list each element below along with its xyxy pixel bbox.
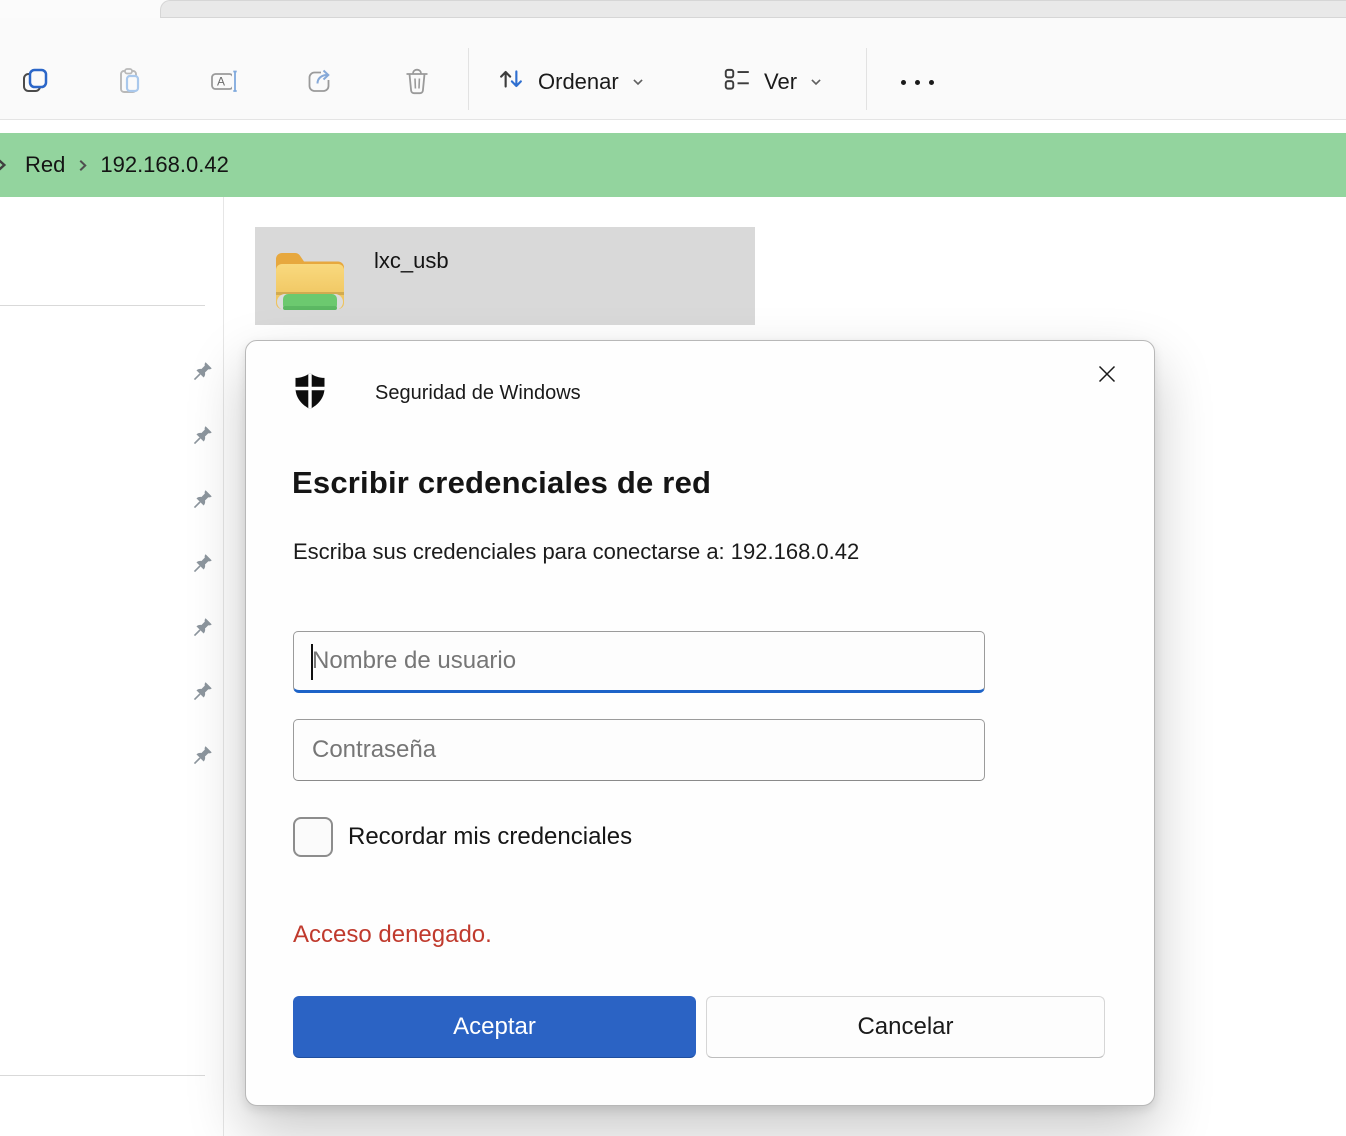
sort-icon [496,64,526,100]
windows-security-shield-icon [293,372,327,415]
file-item-lxc-usb[interactable]: lxc_usb [255,227,755,325]
dialog-header: Seguridad de Windows [293,373,581,413]
remember-credentials-row[interactable]: Recordar mis credenciales [293,817,632,857]
copy-button[interactable] [11,58,59,106]
tab-bar-background [160,0,1346,18]
username-input[interactable] [293,631,985,693]
dialog-app-title: Seguridad de Windows [375,382,581,405]
paste-button[interactable] [106,58,154,106]
dialog-subtitle: Escriba sus credenciales para conectarse… [293,539,859,565]
text-caret [311,644,313,680]
more-options-button[interactable] [893,58,941,106]
share-icon [304,65,336,100]
toolbar-divider [866,48,867,110]
pin-icon [191,616,214,639]
rename-icon: A [209,65,241,100]
pin-icon [191,680,214,703]
username-field-wrapper [293,631,985,693]
remember-credentials-label: Recordar mis credenciales [348,823,632,851]
delete-icon [401,65,433,100]
sidebar-section-divider [0,305,205,306]
sort-label: Ordenar [538,69,619,95]
pin-icon [191,744,214,767]
delete-button[interactable] [393,58,441,106]
pin-icon [191,424,214,447]
chevron-down-icon [631,69,645,95]
sidebar-divider [223,197,224,1136]
chevron-right-icon [69,158,96,173]
password-field-wrapper [293,719,985,781]
network-folder-icon [268,235,352,324]
toolbar-divider [468,48,469,110]
windows-security-dialog: Seguridad de Windows Escribir credencial… [245,340,1155,1106]
view-label: Ver [764,69,797,95]
view-dropdown-button[interactable]: Ver [722,54,823,110]
rename-button[interactable]: A [201,58,249,106]
copy-icon [19,65,51,100]
window-top-strip [0,0,1346,18]
dialog-heading: Escribir credenciales de red [292,465,711,501]
password-input[interactable] [293,719,985,781]
paste-icon [114,65,146,100]
pin-icon [191,488,214,511]
more-options-icon [901,80,934,85]
sidebar-section-divider [0,1075,205,1076]
access-denied-error: Acceso denegado. [293,921,492,949]
share-button[interactable] [296,58,344,106]
pin-icon [191,552,214,575]
chevron-down-icon [809,69,823,95]
pin-icon [191,360,214,383]
accept-button[interactable]: Aceptar [293,996,696,1058]
address-bar[interactable]: Red 192.168.0.42 [0,133,1346,197]
sort-dropdown-button[interactable]: Ordenar [496,54,645,110]
view-icon [722,64,752,100]
explorer-toolbar: A [0,18,1346,120]
cancel-button[interactable]: Cancelar [706,996,1105,1058]
chevron-right-icon [0,157,9,173]
remember-credentials-checkbox[interactable] [293,817,333,857]
svg-text:A: A [217,74,225,88]
file-name-label: lxc_usb [374,248,449,274]
dialog-close-button[interactable] [1085,353,1129,397]
close-icon [1095,362,1119,389]
breadcrumb-item-ip[interactable]: 192.168.0.42 [96,152,232,178]
breadcrumb-item-red[interactable]: Red [21,152,69,178]
